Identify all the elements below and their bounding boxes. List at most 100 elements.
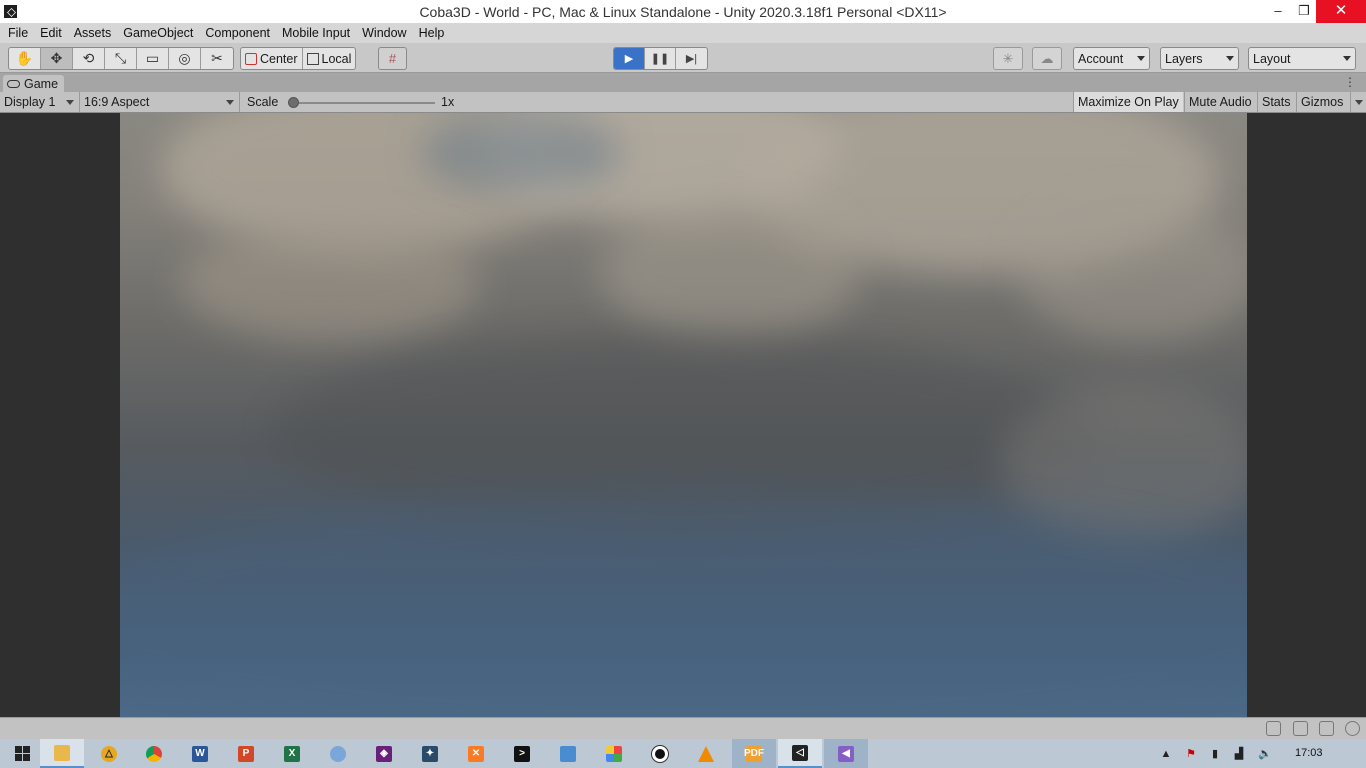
title-bar: Coba3D - World - PC, Mac & Linux Standal… xyxy=(0,0,1366,23)
account-dropdown[interactable]: Account xyxy=(1073,47,1150,70)
show-hidden-icons-icon[interactable]: ▲ xyxy=(1158,739,1174,768)
taskbar-autocad[interactable]: △ xyxy=(87,739,131,768)
network-error-icon[interactable]: ⚑ xyxy=(1182,739,1200,768)
tab-game-label: Game xyxy=(24,76,59,91)
close-button[interactable]: ✕ xyxy=(1316,0,1366,23)
aspect-dropdown[interactable]: 16:9 Aspect xyxy=(80,92,240,112)
grid-snap-icon[interactable]: # xyxy=(378,47,407,70)
taskbar-terminal-app[interactable]: ✦ xyxy=(408,739,452,768)
cloud-icon[interactable]: ☁ xyxy=(1032,47,1062,70)
taskbar-powerpoint[interactable]: P xyxy=(224,739,268,768)
gamepad-icon xyxy=(7,79,20,88)
taskbar-remote-desktop[interactable] xyxy=(546,739,590,768)
taskbar-paint[interactable] xyxy=(316,739,360,768)
powerpoint-icon: P xyxy=(238,745,254,762)
menu-edit[interactable]: Edit xyxy=(34,23,68,43)
taskbar-word[interactable]: W xyxy=(178,739,222,768)
visual-studio-code-icon: ◈ xyxy=(376,745,392,762)
pivot-center-button[interactable]: Center xyxy=(241,48,303,69)
paint-icon xyxy=(330,745,346,762)
layout-dropdown[interactable]: Layout xyxy=(1248,47,1356,70)
pivot-rotation-label: Local xyxy=(321,51,352,66)
collab-icon[interactable]: ✳ xyxy=(993,47,1023,70)
mute-audio-toggle[interactable]: Mute Audio xyxy=(1184,92,1256,112)
unity-icon: ◁ xyxy=(792,744,808,761)
chrome-icon xyxy=(146,745,162,762)
taskbar-pdf-reader[interactable]: PDF xyxy=(732,739,776,768)
game-view[interactable] xyxy=(0,113,1366,717)
aspect-label: 16:9 Aspect xyxy=(84,95,150,109)
local-cube-icon xyxy=(306,52,319,65)
excel-icon: X xyxy=(284,745,300,762)
taskbar-clock[interactable]: 17:03 xyxy=(1295,747,1323,759)
menu-help[interactable]: Help xyxy=(413,23,451,43)
auto-generate-lighting-icon[interactable] xyxy=(1319,721,1334,736)
window-title: Coba3D - World - PC, Mac & Linux Standal… xyxy=(419,4,947,20)
hand-tool-icon[interactable]: ✋ xyxy=(9,48,41,69)
pivot-rotation-button[interactable]: Local xyxy=(303,48,356,69)
mute-audio-label: Mute Audio xyxy=(1189,95,1252,109)
volume-icon[interactable]: 🔈 xyxy=(1256,739,1274,768)
taskbar-chrome[interactable] xyxy=(132,739,176,768)
transform-tool-icon[interactable]: ◎ xyxy=(169,48,201,69)
visual-studio-icon: ◀ xyxy=(838,745,854,762)
cache-server-icon[interactable] xyxy=(1293,721,1308,736)
move-tool-icon[interactable]: ✥ xyxy=(41,48,73,69)
file-explorer-icon xyxy=(54,744,70,761)
gizmos-dropdown-icon[interactable] xyxy=(1350,92,1366,112)
tab-game[interactable]: Game xyxy=(3,75,65,92)
menu-mobile-input[interactable]: Mobile Input xyxy=(276,23,356,43)
gizmos-label: Gizmos xyxy=(1301,95,1344,109)
menu-gameobject[interactable]: GameObject xyxy=(117,23,199,43)
chevron-down-icon xyxy=(226,100,234,105)
custom-tool-icon[interactable]: ✂ xyxy=(201,48,233,69)
rect-tool-icon[interactable]: ▭ xyxy=(137,48,169,69)
scale-slider-track[interactable] xyxy=(290,102,435,104)
taskbar-vlc[interactable] xyxy=(684,739,728,768)
taskbar-command-prompt[interactable]: > xyxy=(500,739,544,768)
tab-menu-icon[interactable]: ⋮ xyxy=(1344,75,1356,90)
chevron-down-icon xyxy=(1137,56,1145,61)
transform-tools: ✋ ✥ ⟲ ⤡ ▭ ◎ ✂ xyxy=(8,47,234,70)
menu-assets[interactable]: Assets xyxy=(68,23,118,43)
taskbar-unity[interactable]: ◁ xyxy=(778,739,822,768)
photos-icon xyxy=(606,745,622,762)
windows-taskbar: △ W P X ◈ ✦ ✕ > PDF ◁ ◀ ▲ ⚑ ▮ ▟ 🔈 17:03 xyxy=(0,739,1366,768)
game-view-toolbar: Display 1 16:9 Aspect Scale 1x Maximize … xyxy=(0,92,1366,113)
menu-file[interactable]: File xyxy=(2,23,34,43)
signal-icon[interactable]: ▟ xyxy=(1230,739,1248,768)
bug-icon[interactable] xyxy=(1266,721,1281,736)
obs-record-icon xyxy=(652,745,668,762)
taskbar-visual-studio-code[interactable]: ◈ xyxy=(362,739,406,768)
stats-toggle[interactable]: Stats xyxy=(1257,92,1295,112)
play-controls: ▶ ❚❚ ▶| xyxy=(613,47,708,70)
display-dropdown[interactable]: Display 1 xyxy=(0,92,80,112)
battery-icon[interactable]: ▮ xyxy=(1206,739,1224,768)
restore-button[interactable]: ❐ xyxy=(1289,0,1319,23)
pivot-center-icon xyxy=(245,52,257,65)
taskbar-obs[interactable] xyxy=(638,739,682,768)
layout-label: Layout xyxy=(1253,51,1291,66)
taskbar-xampp[interactable]: ✕ xyxy=(454,739,498,768)
pause-button[interactable]: ❚❚ xyxy=(645,48,676,69)
xampp-icon: ✕ xyxy=(468,745,484,762)
taskbar-excel[interactable]: X xyxy=(270,739,314,768)
scale-slider-thumb[interactable] xyxy=(288,97,299,108)
autocad-icon: △ xyxy=(101,745,117,762)
scale-tool-icon[interactable]: ⤡ xyxy=(105,48,137,69)
gizmos-toggle[interactable]: Gizmos xyxy=(1296,92,1347,112)
play-button[interactable]: ▶ xyxy=(614,48,645,69)
rotate-tool-icon[interactable]: ⟲ xyxy=(73,48,105,69)
taskbar-photos[interactable] xyxy=(592,739,636,768)
maximize-on-play-toggle[interactable]: Maximize On Play xyxy=(1073,92,1183,112)
layers-dropdown[interactable]: Layers xyxy=(1160,47,1239,70)
taskbar-visual-studio[interactable]: ◀ xyxy=(824,739,868,768)
start-button[interactable] xyxy=(0,739,44,768)
menu-component[interactable]: Component xyxy=(199,23,276,43)
step-button[interactable]: ▶| xyxy=(676,48,707,69)
menu-window[interactable]: Window xyxy=(356,23,412,43)
progress-check-icon[interactable] xyxy=(1345,721,1360,736)
display-label: Display 1 xyxy=(4,95,56,109)
scale-value: 1x xyxy=(441,95,455,109)
taskbar-file-explorer[interactable] xyxy=(40,739,84,768)
